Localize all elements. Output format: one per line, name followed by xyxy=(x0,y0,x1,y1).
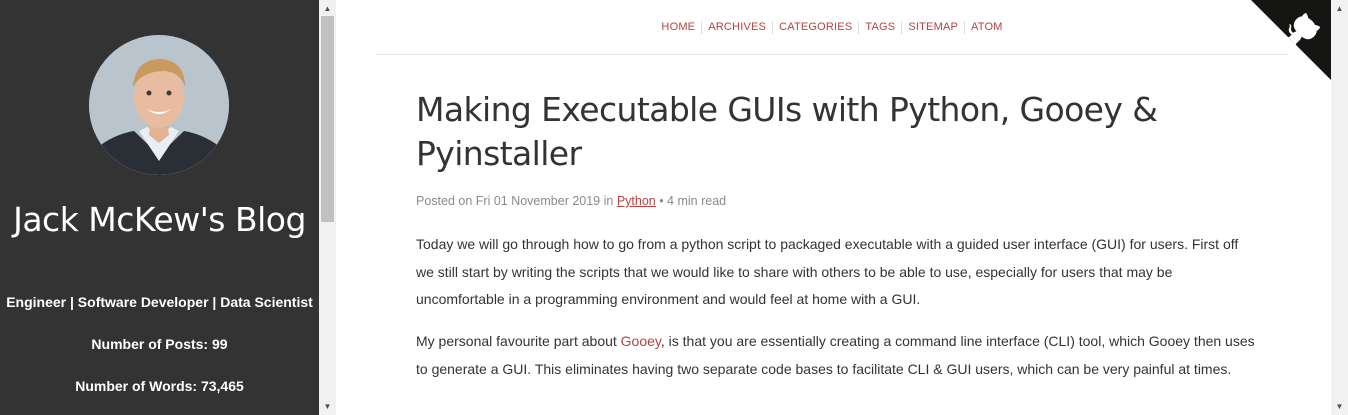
github-octocat-icon[interactable] xyxy=(1251,0,1331,80)
post-meta: Posted on Fri 01 November 2019 in Python… xyxy=(416,194,726,208)
page-scrollbar[interactable]: ▲ ▼ xyxy=(1331,0,1348,415)
scroll-down-arrow-icon[interactable]: ▼ xyxy=(319,398,336,415)
scroll-up-arrow-icon[interactable]: ▲ xyxy=(1331,0,1348,17)
top-navigation: HOME ARCHIVES CATEGORIES TAGS SITEMAP AT… xyxy=(376,0,1288,55)
nav-categories[interactable]: CATEGORIES xyxy=(772,20,858,34)
avatar[interactable] xyxy=(89,35,229,175)
post-title: Making Executable GUIs with Python, Gooe… xyxy=(416,90,1158,173)
site-title[interactable]: Jack McKew's Blog xyxy=(0,198,319,241)
scroll-thumb[interactable] xyxy=(321,16,334,222)
post-date: Posted on Fri 01 November 2019 in xyxy=(416,194,617,208)
sidebar-scrollbar[interactable]: ▲ ▼ xyxy=(319,0,336,415)
nav-tags[interactable]: TAGS xyxy=(858,20,901,34)
posts-count: Number of Posts: 99 xyxy=(91,336,228,352)
sidebar: Jack McKew's Blog Engineer | Software De… xyxy=(0,0,319,415)
scroll-up-arrow-icon[interactable]: ▲ xyxy=(319,0,336,17)
post-paragraph-1: Today we will go through how to go from … xyxy=(416,236,1239,307)
scroll-down-arrow-icon[interactable]: ▼ xyxy=(1331,398,1348,415)
site-subtitle: Engineer | Software Developer | Data Sci… xyxy=(6,294,313,310)
nav-home[interactable]: HOME xyxy=(655,21,701,34)
github-corner-link[interactable] xyxy=(1251,0,1331,80)
post-paragraph-2: My personal favourite part about Gooey, … xyxy=(416,328,1256,383)
nav-atom[interactable]: ATOM xyxy=(964,20,1009,34)
gooey-link[interactable]: Gooey xyxy=(621,333,661,349)
main-content: HOME ARCHIVES CATEGORIES TAGS SITEMAP AT… xyxy=(336,0,1331,415)
nav-archives[interactable]: ARCHIVES xyxy=(701,20,772,34)
nav-sitemap[interactable]: SITEMAP xyxy=(901,20,964,34)
post-category-link[interactable]: Python xyxy=(617,194,656,208)
paragraph-text: My personal favourite part about xyxy=(416,333,621,349)
words-count: Number of Words: 73,465 xyxy=(75,378,244,394)
read-time: • 4 min read xyxy=(655,194,727,208)
